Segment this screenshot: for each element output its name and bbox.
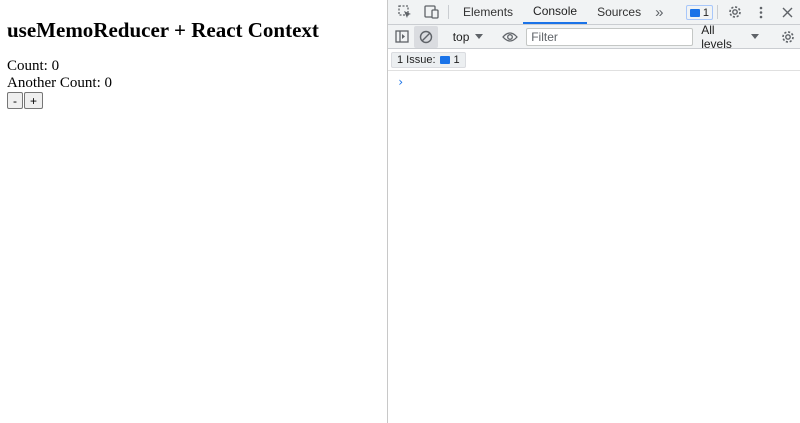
- filter-input[interactable]: [526, 27, 694, 46]
- device-toggle-icon[interactable]: [418, 0, 444, 24]
- messages-count: 1: [702, 6, 709, 19]
- inspect-element-icon[interactable]: [392, 0, 418, 24]
- issues-bar: 1 Issue: 1: [388, 49, 800, 71]
- tab-elements[interactable]: Elements: [453, 0, 523, 24]
- screen: useMemoReducer + React Context Count: 0 …: [0, 0, 800, 423]
- another-count-display: Another Count: 0: [7, 75, 112, 92]
- eye-icon[interactable]: [498, 26, 522, 48]
- sidebar-toggle-icon[interactable]: [390, 26, 414, 48]
- devtools-panel: Elements Console Sources » 1 top Filter …: [388, 0, 800, 423]
- toolbar-divider: [448, 5, 449, 19]
- tab-sources[interactable]: Sources: [587, 0, 651, 24]
- log-levels-select[interactable]: All levels: [693, 23, 767, 51]
- counter-controls: - +: [7, 92, 380, 110]
- console-settings-gear-icon[interactable]: [776, 26, 800, 48]
- console-output[interactable]: ›: [388, 71, 800, 423]
- chevron-down-icon: [475, 34, 484, 39]
- increment-button[interactable]: +: [24, 92, 44, 110]
- toolbar-divider: [717, 5, 718, 19]
- gear-icon[interactable]: [722, 0, 748, 24]
- devtools-tab-bar: Elements Console Sources » 1: [388, 0, 800, 25]
- close-icon[interactable]: [774, 0, 800, 24]
- clear-console-icon[interactable]: [413, 25, 438, 48]
- console-toolbar: top All levels: [388, 23, 800, 51]
- context-select[interactable]: top: [447, 30, 490, 44]
- kebab-menu-icon[interactable]: [748, 0, 774, 24]
- more-tabs-icon[interactable]: »: [651, 0, 667, 24]
- context-value: top: [452, 29, 470, 44]
- messages-badge[interactable]: 1: [685, 5, 713, 20]
- issue-message-icon: [439, 55, 450, 64]
- decrement-button[interactable]: -: [7, 92, 23, 110]
- count-display: Count: 0: [7, 58, 60, 75]
- console-prompt-icon: ›: [397, 75, 405, 89]
- app-page: useMemoReducer + React Context Count: 0 …: [0, 0, 388, 423]
- log-levels-label: All levels: [701, 22, 732, 51]
- issues-count: 1: [453, 53, 460, 66]
- page-title: useMemoReducer + React Context: [7, 18, 319, 42]
- chevron-down-icon: [751, 34, 760, 39]
- issues-label: 1 Issue:: [397, 53, 436, 66]
- issues-button[interactable]: 1 Issue: 1: [391, 51, 466, 68]
- tab-console[interactable]: Console: [523, 0, 588, 24]
- message-icon: [689, 8, 700, 17]
